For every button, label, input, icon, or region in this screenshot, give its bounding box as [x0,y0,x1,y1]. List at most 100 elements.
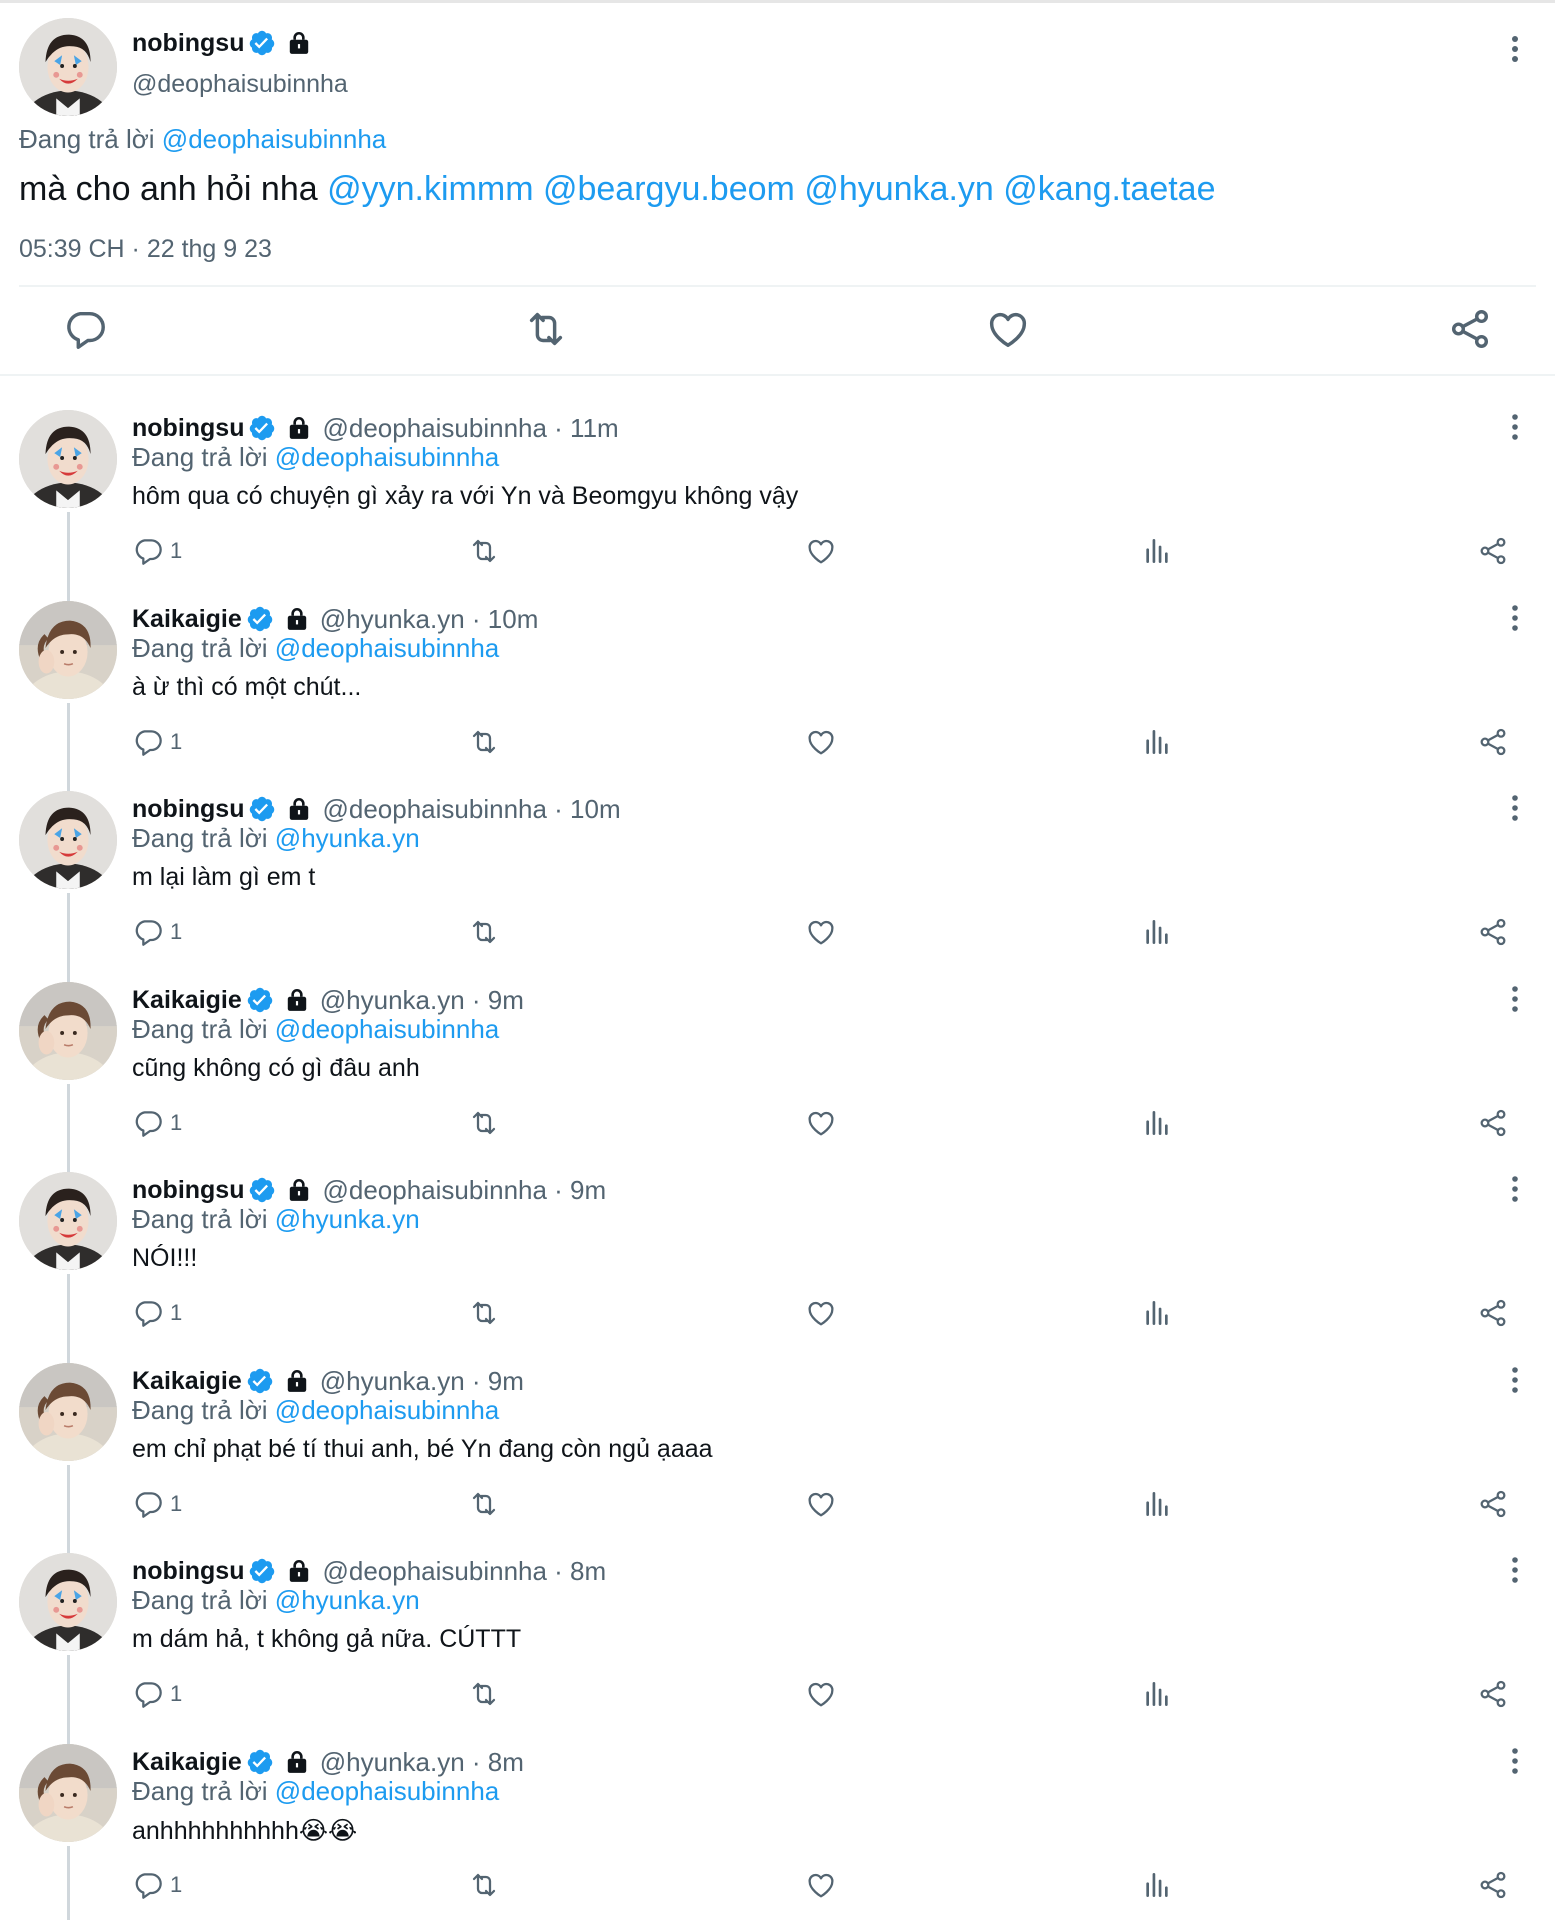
like-icon[interactable] [805,1297,837,1329]
retweet-icon[interactable] [468,1488,500,1520]
retweet-action[interactable] [468,1487,500,1521]
views-icon[interactable] [1141,1678,1173,1710]
like-action[interactable] [805,1868,837,1902]
reply-tweet[interactable]: nobingsu @deophaisubinnha · 10m Đang trả l… [0,779,1555,983]
more-icon[interactable] [1500,1365,1530,1395]
like-action[interactable] [805,1106,837,1140]
avatar[interactable] [19,601,117,699]
views-action[interactable] [1141,1106,1173,1140]
more-icon[interactable] [1500,984,1530,1014]
views-action[interactable] [1141,1677,1173,1711]
avatar[interactable] [19,982,117,1080]
display-name[interactable]: Kaikaigie [132,1367,242,1396]
retweet-icon[interactable] [523,306,569,352]
display-name[interactable]: nobingsu [132,29,244,58]
reply-icon[interactable] [132,916,164,948]
display-name[interactable]: Kaikaigie [132,605,242,634]
avatar[interactable] [19,791,117,889]
share-icon[interactable] [1477,535,1509,567]
reply-action[interactable]: 1 [132,1677,182,1711]
reply-to-link[interactable]: @hyunka.yn [275,1204,420,1234]
reply-icon[interactable] [132,1869,164,1901]
views-action[interactable] [1141,1487,1173,1521]
retweet-action[interactable] [468,1868,500,1902]
views-action[interactable] [1141,1296,1173,1330]
mention-link[interactable]: @yyn.kimmm [327,170,533,208]
like-icon[interactable] [805,535,837,567]
retweet-icon[interactable] [468,535,500,567]
reply-action[interactable]: 1 [132,1296,182,1330]
share-icon[interactable] [1477,726,1509,758]
share-action[interactable] [1477,1296,1509,1330]
share-action[interactable] [1477,1868,1509,1902]
share-action[interactable] [1477,915,1509,949]
reply-to-link[interactable]: @deophaisubinnha [162,124,386,154]
user-handle[interactable]: @deophaisubinnha [132,70,348,99]
reply-tweet[interactable]: nobingsu @deophaisubinnha · 11m Đang trả l… [0,398,1555,602]
retweet-icon[interactable] [468,1678,500,1710]
reply-icon[interactable] [132,1488,164,1520]
display-name[interactable]: nobingsu [132,1176,244,1205]
retweet-icon[interactable] [468,726,500,758]
display-name[interactable]: Kaikaigie [132,986,242,1015]
views-icon[interactable] [1141,1488,1173,1520]
reply-to-link[interactable]: @hyunka.yn [275,1585,420,1615]
reply-action[interactable]: 1 [132,1868,182,1902]
reply-icon[interactable] [132,535,164,567]
views-icon[interactable] [1141,916,1173,948]
retweet-action[interactable] [468,1106,500,1140]
retweet-action[interactable] [468,1296,500,1330]
views-action[interactable] [1141,915,1173,949]
reply-tweet[interactable]: Kaikaigie @hyunka.yn · 8m Đang trả lời @de… [0,1732,1555,1920]
share-icon[interactable] [1447,306,1493,352]
like-action[interactable] [805,1487,837,1521]
views-icon[interactable] [1141,726,1173,758]
handle-time[interactable]: @hyunka.yn · 9m [320,985,524,1016]
reply-to-link[interactable]: @deophaisubinnha [275,1776,499,1806]
share-icon[interactable] [1477,1107,1509,1139]
retweet-icon[interactable] [468,1297,500,1329]
more-icon[interactable] [1500,412,1530,442]
reply-icon[interactable] [132,1297,164,1329]
reply-tweet[interactable]: Kaikaigie @hyunka.yn · 10m Đang trả lời @d… [0,589,1555,793]
avatar[interactable] [19,1363,117,1461]
reply-icon[interactable] [132,1107,164,1139]
avatar[interactable] [19,1553,117,1651]
views-action[interactable] [1141,725,1173,759]
retweet-icon[interactable] [468,1869,500,1901]
more-icon[interactable] [1500,34,1530,64]
avatar[interactable] [19,1172,117,1270]
views-icon[interactable] [1141,1869,1173,1901]
like-icon[interactable] [805,1869,837,1901]
reply-action[interactable]: 1 [132,1106,182,1140]
like-action[interactable] [805,725,837,759]
avatar[interactable] [19,18,117,116]
reply-action[interactable]: 1 [132,915,182,949]
like-action[interactable] [805,915,837,949]
handle-time[interactable]: @hyunka.yn · 8m [320,1747,524,1778]
reply-tweet[interactable]: Kaikaigie @hyunka.yn · 9m Đang trả lời @de… [0,1351,1555,1555]
retweet-action[interactable] [468,915,500,949]
more-icon[interactable] [1500,1746,1530,1776]
share-icon[interactable] [1477,1488,1509,1520]
views-icon[interactable] [1141,1107,1173,1139]
reply-to-link[interactable]: @deophaisubinnha [275,633,499,663]
display-name[interactable]: nobingsu [132,1557,244,1586]
reply-icon[interactable] [132,1678,164,1710]
retweet-icon[interactable] [468,916,500,948]
views-icon[interactable] [1141,535,1173,567]
retweet-action[interactable] [468,1677,500,1711]
reply-to-link[interactable]: @hyunka.yn [275,823,420,853]
avatar[interactable] [19,1744,117,1842]
reply-to-link[interactable]: @deophaisubinnha [275,1014,499,1044]
retweet-action[interactable] [468,534,500,568]
share-action[interactable] [1477,725,1509,759]
like-icon[interactable] [805,1107,837,1139]
like-action[interactable] [805,1677,837,1711]
reply-to-link[interactable]: @deophaisubinnha [275,442,499,472]
mention-link[interactable]: @kang.taetae [1003,170,1215,208]
handle-time[interactable]: @hyunka.yn · 10m [320,604,539,635]
mention-link[interactable]: @hyunka.yn [804,170,994,208]
share-icon[interactable] [1477,1297,1509,1329]
reply-action[interactable]: 1 [132,534,182,568]
